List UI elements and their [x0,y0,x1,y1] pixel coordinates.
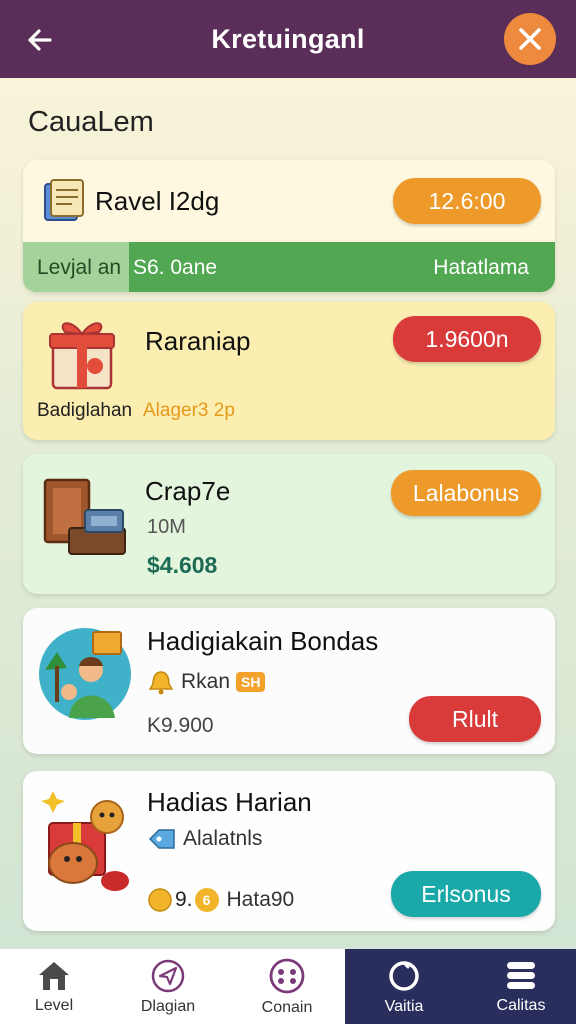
family-avatar-icon [37,626,133,727]
price-button[interactable]: 12.6:00 [393,178,541,224]
stack-icon [507,962,535,989]
dots-circle-icon [269,958,305,994]
close-button[interactable] [504,13,556,65]
nav-item-vaitia[interactable]: Vaitia [350,949,458,1024]
card-title: Hadigiakain Bondas [147,626,379,656]
card-detail-row: Rkan SH [147,668,266,696]
tag-icon [148,829,175,849]
nav-label: Vaitia [384,998,424,1015]
nav-item-calitas[interactable]: Calitas [466,949,576,1024]
coin-badge: 6 [194,888,219,912]
card-title: Ravel I2dg [95,186,220,216]
reward-card-5[interactable]: Hadias Harian Alalatnls 9. 6 Hata90 Erls… [23,771,555,931]
notebook-icon [39,176,89,231]
bottom-navigation: Level Dlagian Conain Vaitia Calitas [0,948,576,1024]
strip-middle-label: S6. 0ane [133,256,218,279]
nav-label: Calitas [496,997,546,1014]
card-tag: SH [236,672,266,692]
back-button[interactable] [18,18,62,62]
coin-row: 9. 6 Hata90 [147,887,294,913]
monster-gift-icon [37,787,135,898]
nav-item-conain[interactable]: Conain [232,949,342,1024]
card-title: Raraniap [145,326,251,356]
reward-card-2[interactable]: Raraniap 1.9600n Badiglahan Alager3 2p [23,302,555,440]
nav-label: Dlagian [140,998,196,1015]
bell-icon [148,671,174,695]
strip-right-label: Hatatlama [433,256,529,279]
card-detail-row: Alalatnls [147,827,262,851]
reward-card-3[interactable]: Crap7e Lalabonus 10M $4.608 [23,454,555,594]
reward-card-4[interactable]: Hadigiakain Bondas Rkan SH K9.900 Rlult [23,608,555,754]
card-title: Hadias Harian [147,787,312,817]
nav-label: Conain [261,999,313,1016]
home-icon [39,962,69,990]
card-detail: Alalatnls [183,827,263,850]
price-button[interactable]: 1.9600n [393,316,541,362]
back-arrow-icon [28,29,52,51]
treasure-chest-icon [41,470,129,565]
top-app-bar: Kretuinganl [0,0,576,78]
card-amount: K9.900 [147,714,214,737]
reward-card-1[interactable]: Ravel I2dg 12.6:00 [23,160,555,242]
page-title: Kretuinganl [211,23,365,54]
bonus-button[interactable]: Lalabonus [391,470,541,516]
send-icon [151,959,185,993]
progress-strip: Levjal an S6. 0ane Hatatlama [23,242,555,292]
coin-icon [148,888,172,912]
card-subtitle-accent: Alager3 2p [143,400,235,421]
card-amount: Hata90 [226,888,295,911]
gift-box-icon [47,314,117,397]
nav-item-level[interactable]: Level [0,949,108,1024]
card-meta: 10M [147,516,186,538]
action-button[interactable]: Rlult [409,696,541,742]
close-icon [519,28,541,50]
strip-left-label: Levjal an [37,256,122,279]
section-heading: CauaLem [28,106,154,138]
bonus-button[interactable]: Erlsonus [391,871,541,917]
card-amount: $4.608 [147,552,218,578]
nav-label: Level [34,997,74,1014]
card-subtitle: Badiglahan [37,400,133,421]
coin-count: 9. [175,888,193,911]
card-detail: Rkan [181,670,231,693]
nav-item-dlagian[interactable]: Dlagian [114,949,222,1024]
ring-icon [389,961,419,991]
card-title: Crap7e [145,476,231,506]
